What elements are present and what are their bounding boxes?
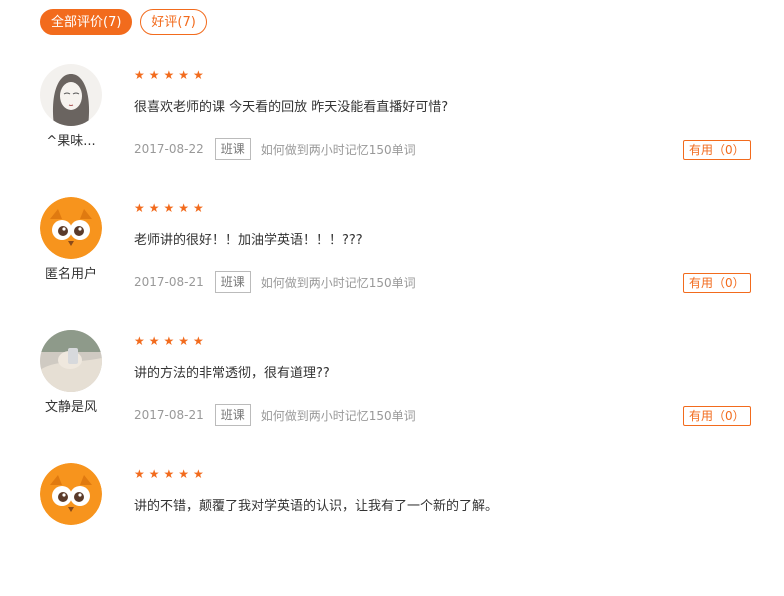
- useful-button[interactable]: 有用（0）: [683, 406, 751, 426]
- review-content: 讲的方法的非常透彻，很有道理??: [134, 366, 330, 381]
- course-type-tag: 班课: [214, 404, 251, 426]
- rating-stars: ★★★★★: [134, 467, 208, 481]
- useful-button[interactable]: 有用（0）: [683, 273, 751, 293]
- review-meta: 2017-08-22 班课 如何做到两小时记忆150单词: [134, 138, 416, 160]
- course-title-link[interactable]: 如何做到两小时记忆150单词: [261, 407, 416, 424]
- username[interactable]: ^果味...: [30, 130, 112, 149]
- course-title-link[interactable]: 如何做到两小时记忆150单词: [261, 141, 416, 158]
- user-avatar[interactable]: [40, 330, 102, 392]
- review-date: 2017-08-21: [134, 408, 204, 422]
- course-type-tag: 班课: [214, 271, 251, 293]
- rating-stars: ★★★★★: [134, 334, 208, 348]
- tab-all-reviews[interactable]: 全部评价(7): [40, 9, 133, 35]
- tab-good-reviews[interactable]: 好评(7): [140, 9, 207, 35]
- review-date: 2017-08-21: [134, 275, 204, 289]
- useful-button[interactable]: 有用（0）: [683, 140, 751, 160]
- username[interactable]: 匿名用户: [30, 263, 112, 282]
- review-item: ^果味... ★★★★★ 很喜欢老师的课 今天看的回放 昨天没能看直播好可惜? …: [0, 64, 784, 197]
- photo-avatar-icon: [40, 330, 102, 392]
- review-meta: 2017-08-21 班课 如何做到两小时记忆150单词: [134, 271, 416, 293]
- owl-avatar-icon: [40, 463, 102, 525]
- owl-avatar-icon: [40, 197, 102, 259]
- rating-stars: ★★★★★: [134, 201, 208, 215]
- review-item: 文静是风 ★★★★★ 讲的方法的非常透彻，很有道理?? 2017-08-21 班…: [0, 330, 784, 463]
- user-avatar[interactable]: [40, 64, 102, 126]
- review-content: 很喜欢老师的课 今天看的回放 昨天没能看直播好可惜?: [134, 100, 449, 115]
- review-filter-tabs: 全部评价(7) 好评(7): [40, 9, 207, 35]
- review-date: 2017-08-22: [134, 142, 204, 156]
- user-avatar[interactable]: [40, 463, 102, 525]
- username[interactable]: 文静是风: [30, 396, 112, 415]
- sketch-girl-avatar-icon: [40, 64, 102, 126]
- course-type-tag: 班课: [214, 138, 251, 160]
- course-title-link[interactable]: 如何做到两小时记忆150单词: [261, 274, 416, 291]
- review-item: 匿名用户 ★★★★★ 老师讲的很好！！加油学英语！！！??? 2017-08-2…: [0, 197, 784, 330]
- review-item: ★★★★★ 讲的不错，颠覆了我对学英语的认识，让我有了一个新的了解。: [0, 463, 784, 596]
- user-avatar[interactable]: [40, 197, 102, 259]
- review-content: 老师讲的很好！！加油学英语！！！???: [134, 233, 363, 248]
- rating-stars: ★★★★★: [134, 68, 208, 82]
- review-meta: 2017-08-21 班课 如何做到两小时记忆150单词: [134, 404, 416, 426]
- review-content: 讲的不错，颠覆了我对学英语的认识，让我有了一个新的了解。: [134, 499, 499, 514]
